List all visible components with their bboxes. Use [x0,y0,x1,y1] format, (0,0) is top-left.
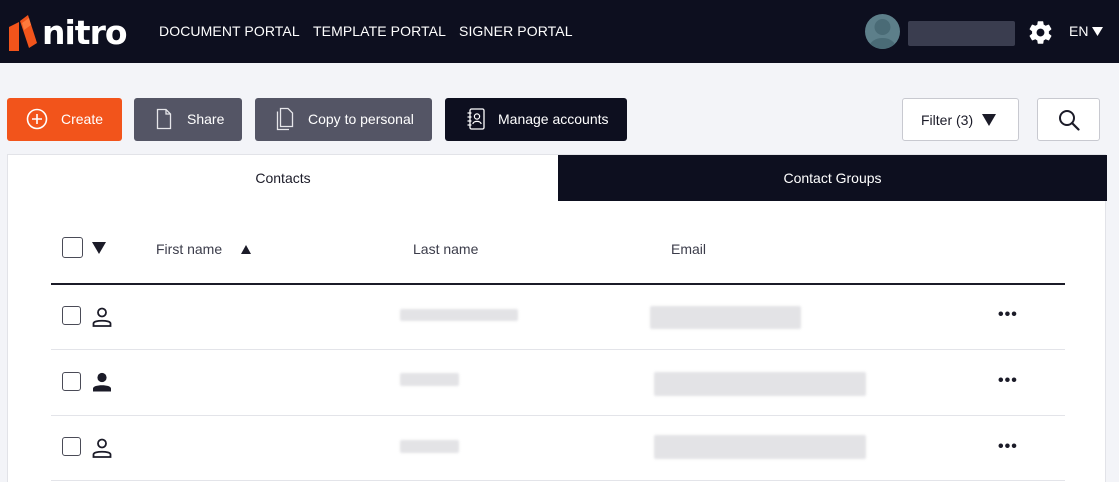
avatar-person-icon [869,19,896,49]
share-label: Share [187,111,225,127]
nav-signer-portal[interactable]: SIGNER PORTAL [459,23,573,39]
last-name-redacted [400,373,459,386]
row-more-actions-button[interactable]: ••• [998,439,1018,455]
row-checkbox[interactable] [62,372,81,391]
manage-accounts-button[interactable]: Manage accounts [445,98,627,141]
tab-contact-groups-label: Contact Groups [783,170,882,186]
nav-template-portal[interactable]: TEMPLATE PORTAL [313,23,446,39]
plus-circle-icon [26,108,48,130]
gear-icon[interactable] [1027,19,1054,46]
filter-button[interactable]: Filter (3) [902,98,1019,141]
row-checkbox[interactable] [62,437,81,456]
copy-document-icon [276,107,294,131]
person-outline-icon [92,438,112,458]
create-button[interactable]: Create [7,98,122,141]
document-icon [156,108,172,130]
nitro-logo-mark-icon [9,15,37,51]
create-label: Create [61,111,104,127]
email-redacted [654,435,866,459]
sort-ascending-icon[interactable] [241,245,251,254]
row-divider [51,349,1065,350]
username-redacted [908,21,1015,46]
language-selector[interactable]: EN [1069,23,1104,39]
copy-to-personal-label: Copy to personal [308,111,414,127]
caret-down-icon [982,114,996,126]
column-header-first-name[interactable]: First name [156,241,222,257]
tab-contacts[interactable]: Contacts [8,155,558,201]
row-more-actions-button[interactable]: ••• [998,373,1018,389]
filter-label: Filter (3) [921,112,974,128]
logo-wordmark: nitro [42,12,128,52]
select-all-checkbox[interactable] [62,237,83,258]
nitro-logo[interactable]: nitro [6,12,128,53]
email-redacted [650,306,801,329]
row-checkbox[interactable] [62,306,81,325]
avatar[interactable] [865,14,900,49]
search-button[interactable] [1037,98,1100,141]
last-name-redacted [400,309,518,321]
search-icon [1059,110,1080,131]
tab-contacts-label: Contacts [255,170,311,186]
tab-contact-groups[interactable]: Contact Groups [558,155,1107,201]
row-divider [51,480,1065,481]
nav-document-portal[interactable]: DOCUMENT PORTAL [159,23,300,39]
contacts-panel: Contacts Contact Groups First name Last … [7,154,1107,482]
manage-accounts-label: Manage accounts [498,111,609,127]
select-options-caret-icon[interactable] [92,242,106,254]
header-divider [51,283,1065,285]
row-divider [51,415,1065,416]
top-navigation-bar: nitro DOCUMENT PORTAL TEMPLATE PORTAL SI… [0,0,1119,63]
last-name-redacted [400,440,459,453]
share-button[interactable]: Share [134,98,242,141]
column-header-email[interactable]: Email [671,241,706,257]
email-redacted [654,372,866,396]
row-more-actions-button[interactable]: ••• [998,307,1018,323]
caret-down-icon [1092,26,1104,36]
copy-to-personal-button[interactable]: Copy to personal [255,98,432,141]
person-filled-icon [93,372,111,392]
person-outline-icon [92,307,112,327]
address-book-icon [467,108,485,130]
column-header-last-name[interactable]: Last name [413,241,478,257]
language-label: EN [1069,23,1089,39]
